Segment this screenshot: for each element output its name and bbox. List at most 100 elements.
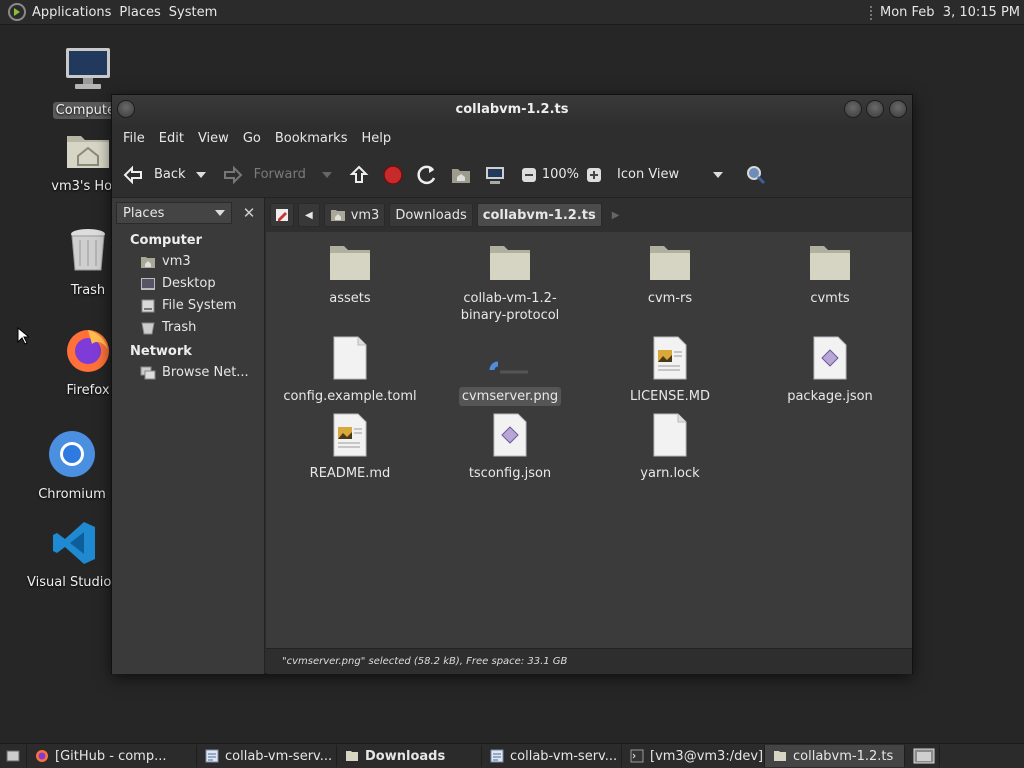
folder-icon [490,246,530,280]
toggle-location-entry-button[interactable] [270,203,294,227]
desktop-label: Trash [70,283,106,298]
file-item[interactable]: tsconfig.json [435,413,585,483]
zoom-in-button[interactable] [579,160,611,190]
sidebar-item-trash[interactable]: Trash [112,317,264,339]
editor-icon [490,749,504,763]
home-folder-icon [67,136,109,168]
folder-icon [330,246,370,280]
task-label: collabvm-1.2.ts [793,748,894,764]
task-collab-vm-server-1[interactable]: collab-vm-serv... [197,745,337,767]
file-item[interactable]: collab-vm-1.2-binary-protocol [435,242,585,325]
home-icon [330,210,345,221]
sidebar-item-label: Browse Net... [162,365,249,380]
file-name: LICENSE.MD [630,389,710,404]
up-button[interactable] [342,160,376,190]
desktop-icon-chromium[interactable]: Chromium [22,430,122,503]
menu-help[interactable]: Help [354,131,398,146]
menu-applications[interactable]: Applications [32,5,119,20]
task-terminal[interactable]: [vm3@vm3:/dev] [622,745,765,767]
workspace-switcher[interactable] [909,745,940,767]
back-history-dropdown[interactable] [195,171,206,178]
edit-location-icon [276,209,288,221]
task-downloads[interactable]: Downloads [337,745,482,767]
home-folder-icon [451,168,470,183]
file-item[interactable]: cvmserver.png [435,336,585,406]
icon-grid: assets collab-vm-1.2-binary-protocol cvm… [266,232,912,646]
file-item[interactable]: yarn.lock [595,413,745,483]
sidebar-item-vm3[interactable]: vm3 [112,251,264,273]
stop-icon [383,164,403,185]
home-button[interactable] [444,160,478,190]
forward-button[interactable]: Forward [216,160,312,190]
minimize-button[interactable] [844,100,862,118]
task-label: Downloads [365,748,446,764]
reload-button[interactable] [410,160,444,190]
file-item[interactable]: README.md [275,413,425,483]
zoom-out-button[interactable] [512,160,542,190]
file-manager-window: collabvm-1.2.ts File Edit View Go Bookma… [111,94,913,674]
path-scroll-right-button[interactable]: ▶ [606,210,626,221]
zoom-in-icon [587,167,602,182]
title-bar[interactable]: collabvm-1.2.ts [112,95,912,124]
task-github[interactable]: [GitHub - comp... [27,745,197,767]
gnome-foot-icon[interactable] [8,3,26,21]
file-item[interactable]: LICENSE.MD [595,336,745,406]
task-label: collab-vm-serv... [510,748,618,764]
document-icon [333,413,367,457]
sidebar-item-label: Desktop [162,276,216,291]
task-label: [GitHub - comp... [55,748,167,764]
window-menu-icon[interactable] [117,100,135,118]
sidebar-heading-computer: Computer [130,233,203,248]
desktop-icon-vscode[interactable]: Visual Studio Co [24,520,133,591]
forward-history-dropdown[interactable] [321,171,332,178]
folder-icon [346,751,358,761]
view-mode-select[interactable]: Icon View [611,160,729,190]
search-button[interactable] [739,160,773,190]
back-button[interactable]: Back [112,160,192,190]
vscode-icon [53,522,95,564]
desktop-label: Firefox [66,383,110,398]
task-collabvm-folder[interactable]: collabvm-1.2.ts [765,745,905,767]
computer-button[interactable] [478,160,512,190]
trash-icon [71,229,105,271]
menu-edit[interactable]: Edit [152,131,191,146]
menu-bookmarks[interactable]: Bookmarks [268,131,355,146]
file-item[interactable]: config.example.toml [275,336,425,406]
close-button[interactable] [889,100,907,118]
show-desktop-button[interactable] [0,745,27,767]
editor-icon [205,749,219,763]
breadcrumb-vm3[interactable]: vm3 [323,203,386,227]
menu-view[interactable]: View [191,131,236,146]
sidebar-item-file-system[interactable]: File System [112,295,264,317]
path-scroll-left-button[interactable]: ◀ [298,203,320,227]
file-item[interactable]: assets [275,242,425,308]
file-name: README.md [309,466,391,481]
maximize-button[interactable] [866,100,884,118]
sidebar-mode-select[interactable]: Places [116,202,232,224]
sidebar-heading-network: Network [130,344,192,359]
sidebar-item-browse-network[interactable]: Browse Net... [112,362,264,384]
home-icon [141,256,155,268]
computer-icon [485,166,504,184]
sidebar-header: Places ✕ [112,198,264,228]
file-item[interactable]: cvmts [755,242,905,308]
menu-file[interactable]: File [116,131,152,146]
task-collab-vm-server-2[interactable]: collab-vm-serv... [482,745,622,767]
sidebar-mode-label: Places [123,205,165,221]
file-name: tsconfig.json [468,466,552,481]
reload-icon [417,165,435,184]
file-item[interactable]: package.json [755,336,905,406]
menu-go[interactable]: Go [236,131,268,146]
sidebar-item-desktop[interactable]: Desktop [112,273,264,295]
menu-places[interactable]: Places [119,5,168,20]
sidebar-item-label: Trash [162,320,197,335]
breadcrumb-downloads[interactable]: Downloads [389,203,473,227]
zoom-level[interactable]: 100% [542,167,579,182]
stop-button[interactable] [376,160,410,190]
clock[interactable]: Mon Feb 3, 10:15 PM [880,5,1020,20]
breadcrumb-current[interactable]: collabvm-1.2.ts [476,203,602,227]
file-item[interactable]: cvm-rs [595,242,745,308]
text-file-icon [653,413,687,457]
menu-system[interactable]: System [169,5,225,20]
close-sidebar-icon[interactable]: ✕ [238,202,260,224]
